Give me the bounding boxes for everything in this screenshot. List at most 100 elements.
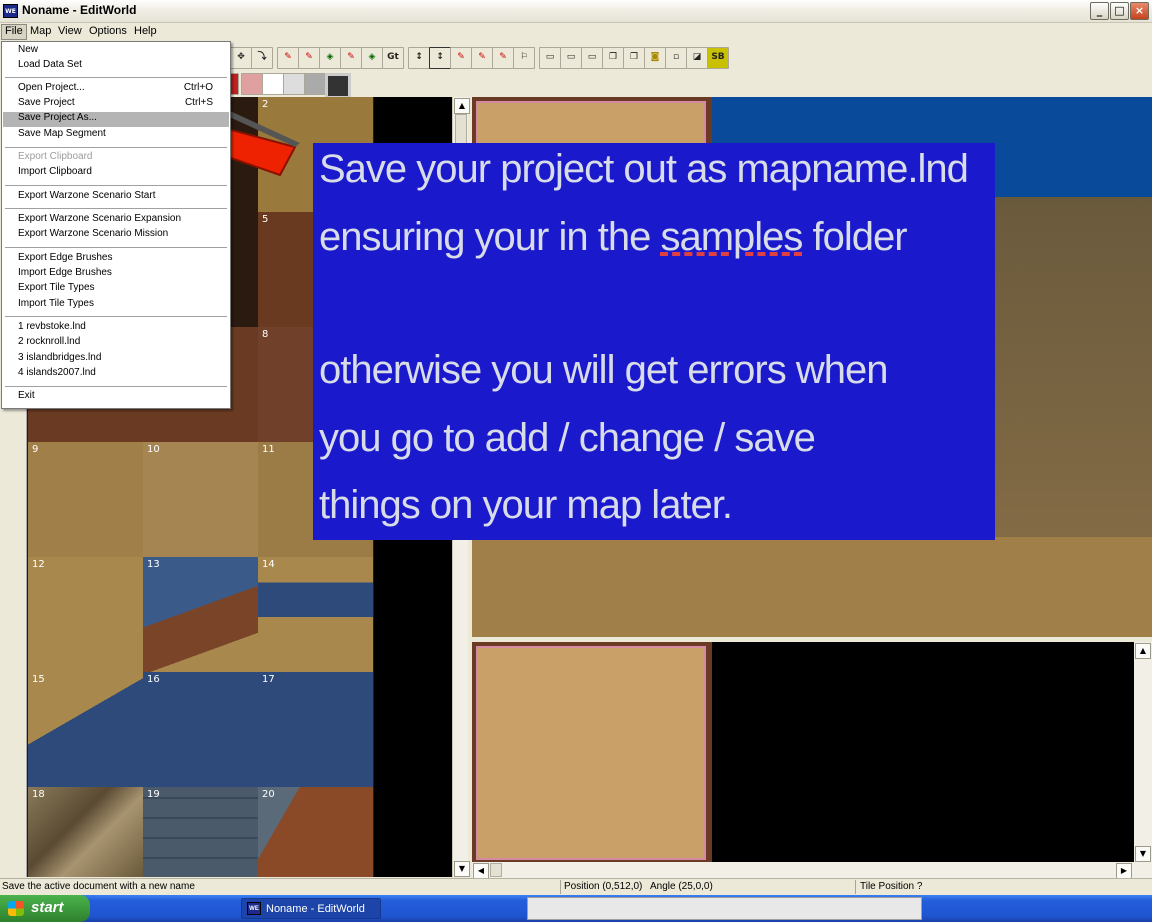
annotation-line-2: ensuring your in the samples folder [319, 215, 908, 259]
grid1-icon[interactable]: ▭ [539, 47, 561, 69]
edge-icon[interactable]: ◈ [319, 47, 341, 69]
select-icon[interactable]: ◪ [686, 47, 708, 69]
scroll-up-icon[interactable]: ▲ [1135, 643, 1151, 659]
copy-icon[interactable]: ❐ [602, 47, 624, 69]
status-position: Position (0,512,0) [564, 881, 643, 892]
menu-import-clipboard[interactable]: Import Clipboard [3, 166, 229, 181]
height-paint-icon[interactable]: ✎ [450, 47, 472, 69]
menu-open-project[interactable]: Open Project... Ctrl+O [3, 82, 229, 97]
sb-button[interactable]: SB [707, 47, 729, 69]
menu-import-tile-types[interactable]: Import Tile Types [3, 298, 229, 313]
map-sand-panel [476, 646, 706, 860]
menu-export-scenario-expansion[interactable]: Export Warzone Scenario Expansion [3, 213, 229, 228]
main-toolbar: ✥ ⤵ ✎ ✎ ◈ ✎ ◈ Gt ↕ ↕ ✎ ✎ ✎ ⚐ ▭ ▭ ▭ ❐ ❐ ◙… [230, 43, 730, 70]
move-icon[interactable]: ✥ [230, 47, 252, 69]
grid3-icon[interactable]: ▭ [581, 47, 603, 69]
menu-export-tile-types[interactable]: Export Tile Types [3, 282, 229, 297]
tile-17[interactable]: 17 [258, 672, 373, 787]
app-icon: WE [247, 902, 261, 915]
maximize-icon[interactable]: □ [1110, 2, 1129, 20]
scroll-down-icon[interactable]: ▼ [1135, 846, 1151, 862]
menu-separator [5, 316, 227, 317]
tile-19[interactable]: 19 [143, 787, 258, 877]
file-menu-dropdown: New Load Data Set Open Project... Ctrl+O … [1, 41, 231, 409]
annotation-line-5: things on your map later. [319, 483, 733, 527]
tile-10[interactable]: 10 [143, 442, 258, 557]
annotation-line-1: Save your project out as mapname.lnd [319, 147, 969, 191]
scroll-thumb[interactable] [455, 114, 467, 144]
height-brush-icon[interactable]: ✎ [492, 47, 514, 69]
menu-load-data-set[interactable]: Load Data Set [3, 59, 229, 74]
menu-recent-file-1[interactable]: 1 revbstoke.lnd [3, 321, 229, 336]
height-icon[interactable]: ↕ [429, 47, 451, 69]
menu-separator [5, 77, 227, 78]
title-bar: WE Noname - EditWorld _ □ × [0, 0, 1152, 23]
close-icon[interactable]: × [1130, 2, 1149, 20]
scroll-up-icon[interactable]: ▲ [454, 98, 470, 114]
scroll-down-icon[interactable]: ▼ [454, 861, 470, 877]
fill-icon[interactable]: ✎ [298, 47, 320, 69]
marker-icon[interactable]: ⚐ [513, 47, 535, 69]
tile-18[interactable]: 18 [28, 787, 143, 877]
color-white-icon[interactable] [262, 73, 284, 95]
menu-export-scenario-mission[interactable]: Export Warzone Scenario Mission [3, 228, 229, 243]
menu-map[interactable]: Map [27, 25, 54, 39]
samples-word: samples [660, 215, 803, 259]
tile-13[interactable]: 13 [143, 557, 258, 672]
paint-icon[interactable]: ✎ [277, 47, 299, 69]
blank-icon[interactable]: ▫ [665, 47, 687, 69]
menu-help[interactable]: Help [131, 25, 160, 39]
tile-14[interactable]: 14 [258, 557, 373, 672]
map-horizontal-scrollbar[interactable]: ◀ ▶ [472, 862, 1152, 879]
start-button[interactable]: start [0, 895, 90, 922]
annotation-line-3: otherwise you will get errors when [319, 348, 888, 392]
menu-file[interactable]: File [1, 24, 27, 40]
gateway-button[interactable]: Gt [382, 47, 404, 69]
menu-new[interactable]: New [3, 44, 229, 59]
view-foreground [472, 537, 1152, 637]
menu-import-edge-brushes[interactable]: Import Edge Brushes [3, 267, 229, 282]
tile-9[interactable]: 9 [28, 442, 143, 557]
paste-icon[interactable]: ❐ [623, 47, 645, 69]
status-divider [855, 880, 856, 894]
object-icon[interactable]: ◈ [361, 47, 383, 69]
2d-map-view[interactable] [472, 642, 1134, 862]
menu-view[interactable]: View [55, 25, 85, 39]
taskbar-window-button[interactable]: WE Noname - EditWorld [241, 898, 381, 919]
app-icon: WE [3, 4, 18, 18]
menu-recent-file-4[interactable]: 4 islands2007.lnd [3, 367, 229, 382]
scroll-thumb[interactable] [490, 863, 502, 877]
menu-export-edge-brushes[interactable]: Export Edge Brushes [3, 252, 229, 267]
color-red-icon[interactable] [230, 73, 239, 95]
tile-16[interactable]: 16 [143, 672, 258, 787]
scroll-left-icon[interactable]: ◀ [473, 863, 489, 879]
menu-export-scenario-start[interactable]: Export Warzone Scenario Start [3, 190, 229, 205]
color-grey-icon[interactable] [304, 73, 326, 95]
color-lightgrey-icon[interactable] [283, 73, 305, 95]
camera-icon[interactable]: ◙ [644, 47, 666, 69]
status-tile-position: Tile Position ? [860, 881, 923, 892]
tile-15[interactable]: 15 [28, 672, 143, 787]
raise-icon[interactable]: ↕ [408, 47, 430, 69]
tile-20[interactable]: 20 [258, 787, 373, 877]
menu-exit[interactable]: Exit [3, 390, 229, 405]
annotation-line-4: you go to add / change / save [319, 416, 816, 460]
menu-options[interactable]: Options [86, 25, 130, 39]
menu-bar: File Map View Options Help [0, 23, 1152, 41]
color-black-icon[interactable] [325, 73, 351, 99]
rotate-icon[interactable]: ⤵ [251, 47, 273, 69]
menu-save-project-as[interactable]: Save Project As... [3, 112, 229, 127]
scroll-right-icon[interactable]: ▶ [1116, 863, 1132, 879]
menu-recent-file-3[interactable]: 3 islandbridges.lnd [3, 352, 229, 367]
status-divider [560, 880, 561, 894]
minimize-icon[interactable]: _ [1090, 2, 1109, 20]
color-pink-icon[interactable] [241, 73, 263, 95]
menu-save-map-segment[interactable]: Save Map Segment [3, 128, 229, 143]
grid2-icon[interactable]: ▭ [560, 47, 582, 69]
brush-icon[interactable]: ✎ [340, 47, 362, 69]
menu-save-project[interactable]: Save Project Ctrl+S [3, 97, 229, 112]
map-vertical-scrollbar[interactable]: ▲ ▼ [1134, 642, 1152, 862]
tile-12[interactable]: 12 [28, 557, 143, 672]
height-fill-icon[interactable]: ✎ [471, 47, 493, 69]
menu-recent-file-2[interactable]: 2 rocknroll.lnd [3, 336, 229, 351]
